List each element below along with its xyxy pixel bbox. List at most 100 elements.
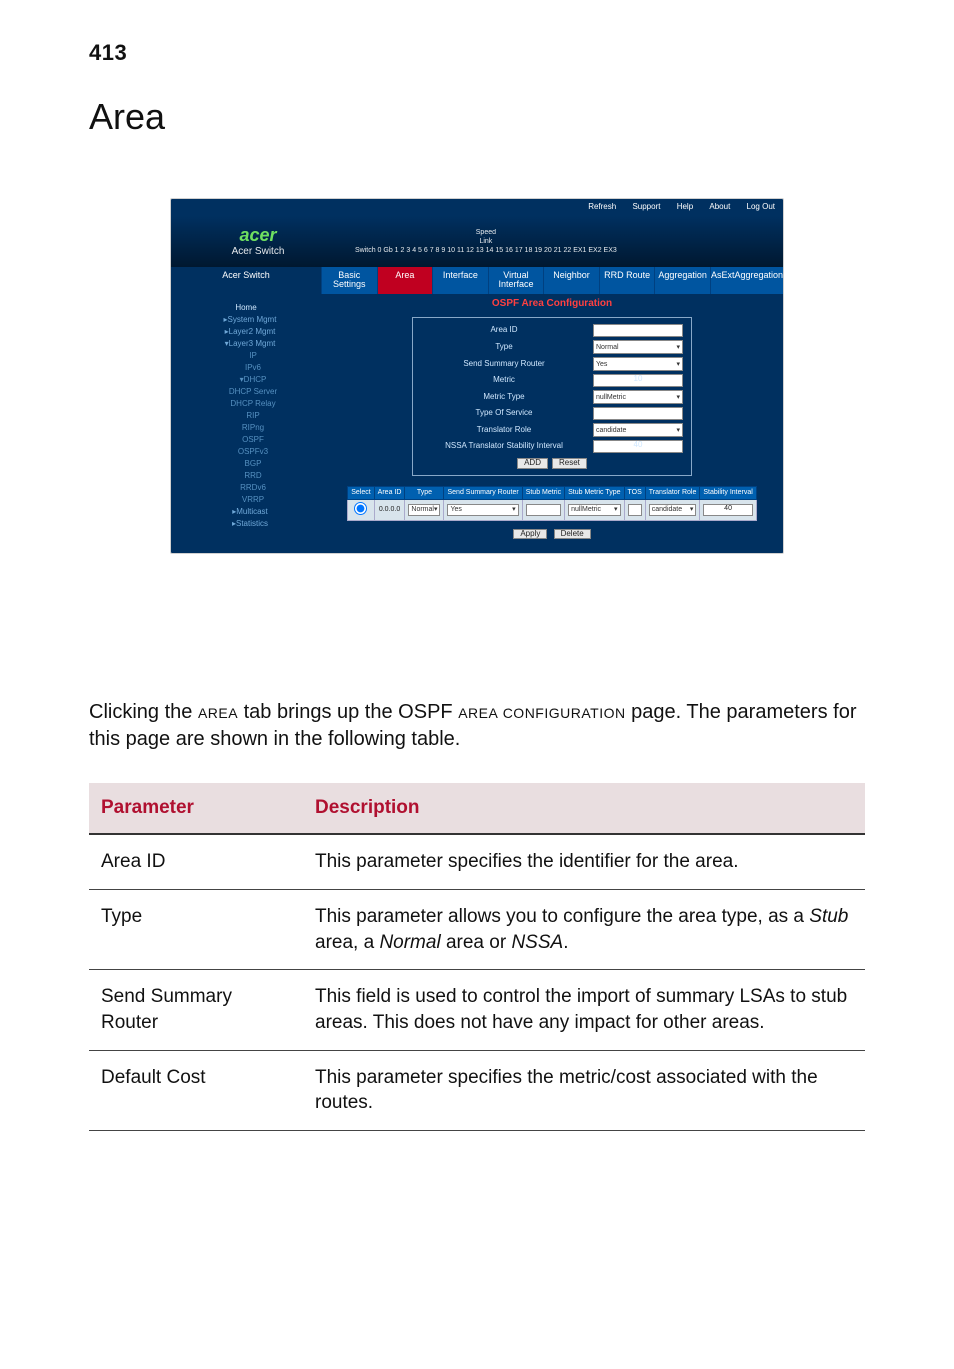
fig-link-support[interactable]: Support [632, 202, 660, 211]
param-desc: This parameter specifies the identifier … [303, 834, 865, 889]
fig-table-header: Select [348, 487, 374, 500]
fig-sidebar-item[interactable]: RRDv6 [179, 482, 313, 494]
body-paragraph: Clicking the Area tab brings up the OSPF… [89, 699, 865, 753]
fig-tab-neighbor[interactable]: Neighbor [543, 267, 599, 295]
fig-form-select[interactable]: candidate▾ [593, 423, 683, 437]
fig-table-header: Area ID [374, 487, 405, 500]
fig-form-select[interactable]: Normal▾ [593, 340, 683, 354]
param-name: Send Summary Router [89, 970, 303, 1050]
fig-row-ssr[interactable]: Yes▾ [444, 499, 522, 520]
fig-form-select[interactable]: Yes▾ [593, 357, 683, 371]
fig-form-label: Metric [421, 376, 587, 385]
fig-data-table: SelectArea IDTypeSend Summary RouterStub… [347, 486, 757, 520]
fig-sidebar-item[interactable]: BGP [179, 458, 313, 470]
fig-tab-interface[interactable]: Interface [432, 267, 488, 295]
fig-row-trole[interactable]: candidate▾ [645, 499, 700, 520]
fig-link-logout[interactable]: Log Out [747, 202, 775, 211]
fig-tab-aggregation[interactable]: Aggregation [654, 267, 710, 295]
fig-link-refresh[interactable]: Refresh [588, 202, 616, 211]
page-title: Area [89, 96, 865, 138]
fig-table-header: TOS [624, 487, 645, 500]
fig-table-header: Stub Metric [522, 487, 564, 500]
fig-sidebar-item[interactable]: ▸Multicast [179, 506, 313, 518]
fig-tab-rrd-route[interactable]: RRD Route [599, 267, 655, 295]
fig-form-label: Type [421, 343, 587, 352]
fig-form-label: Send Summary Router [421, 360, 587, 369]
fig-sidebar-item[interactable]: VRRP [179, 494, 313, 506]
fig-form-input[interactable] [593, 324, 683, 337]
fig-table-header: Type [405, 487, 444, 500]
table-row: Area IDThis parameter specifies the iden… [89, 834, 865, 889]
param-name: Default Cost [89, 1050, 303, 1130]
fig-row-sint[interactable]: 40 [700, 499, 756, 520]
fig-brand-logo: acer [183, 226, 333, 246]
fig-link-help[interactable]: Help [677, 202, 693, 211]
fig-brand-sub: Acer Switch [183, 246, 333, 257]
fig-sidebar-item[interactable]: ▸Statistics [179, 518, 313, 530]
param-name: Area ID [89, 834, 303, 889]
fig-tab-basic-settings[interactable]: Basic Settings [321, 267, 377, 295]
fig-delete-button[interactable]: Delete [554, 529, 591, 540]
fig-form-label: NSSA Translator Stability Interval [421, 442, 587, 451]
fig-form-input[interactable]: 40 [593, 440, 683, 453]
fig-row-select[interactable] [348, 499, 374, 520]
fig-tabs-side-label: Acer Switch [171, 267, 321, 295]
table-row: TypeThis parameter allows you to configu… [89, 889, 865, 969]
fig-form: Area ID Type Normal▾ Send Summary Router Yes… [412, 317, 692, 476]
fig-form-label: Metric Type [421, 393, 587, 402]
fig-apply-button[interactable]: Apply [513, 529, 547, 540]
fig-sidebar-item[interactable]: RIPng [179, 422, 313, 434]
table-row: Send Summary RouterThis field is used to… [89, 970, 865, 1050]
fig-sidebar-item[interactable]: ▸System Mgmt [179, 314, 313, 326]
fig-sidebar-item[interactable]: RIP [179, 410, 313, 422]
fig-topbar: Refresh Support Help About Log Out [171, 199, 783, 216]
fig-tabs: Acer Switch Basic Settings Area Interfac… [171, 267, 783, 295]
fig-table-header: Stability Interval [700, 487, 756, 500]
fig-row-mtype[interactable]: nullMetric▾ [565, 499, 624, 520]
fig-led-row-label-link: Link [355, 237, 617, 246]
table-row: Default CostThis parameter specifies the… [89, 1050, 865, 1130]
param-desc: This parameter allows you to configure t… [303, 889, 865, 969]
fig-sidebar-item[interactable]: ▾DHCP [179, 374, 313, 386]
fig-sidebar-item[interactable]: ▾Layer3 Mgmt [179, 338, 313, 350]
fig-sidebar-item[interactable]: OSPFv3 [179, 446, 313, 458]
fig-table-header: Send Summary Router [444, 487, 522, 500]
fig-sidebar-item[interactable]: DHCP Server [179, 386, 313, 398]
fig-row-metric[interactable] [522, 499, 564, 520]
fig-add-button[interactable]: ADD [517, 458, 548, 469]
fig-port-numbers: Switch 0 Gb 1 2 3 4 5 6 7 8 9 10 11 12 1… [355, 246, 617, 255]
fig-form-label: Area ID [421, 326, 587, 335]
fig-form-select[interactable]: nullMetric▾ [593, 390, 683, 404]
param-desc: This field is used to control the import… [303, 970, 865, 1050]
col-parameter: Parameter [89, 783, 303, 834]
fig-tab-asext-aggregation[interactable]: AsExtAggregation [710, 267, 783, 295]
fig-tab-virtual-interface[interactable]: Virtual Interface [488, 267, 544, 295]
fig-sidebar-item[interactable]: ▸Layer2 Mgmt [179, 326, 313, 338]
col-description: Description [303, 783, 865, 834]
fig-sidebar: Home▸System Mgmt▸Layer2 Mgmt▾Layer3 Mgmt… [171, 294, 321, 553]
fig-link-about[interactable]: About [709, 202, 730, 211]
page-number: 413 [89, 40, 865, 66]
param-name: Type [89, 889, 303, 969]
fig-tab-area[interactable]: Area [377, 267, 433, 295]
fig-form-input[interactable]: 10 [593, 374, 683, 387]
fig-table-header: Translator Role [645, 487, 700, 500]
fig-row-areaid: 0.0.0.0 [374, 499, 405, 520]
figure-screenshot: Refresh Support Help About Log Out acer … [89, 198, 865, 559]
fig-led-row-label-speed: Speed [355, 228, 617, 237]
fig-row-type[interactable]: Normal▾ [405, 499, 444, 520]
param-desc: This parameter specifies the metric/cost… [303, 1050, 865, 1130]
fig-row-tos[interactable] [624, 499, 645, 520]
fig-sidebar-item[interactable]: RRD [179, 470, 313, 482]
fig-table-header: Stub Metric Type [565, 487, 624, 500]
fig-form-label: Type Of Service [421, 409, 587, 418]
fig-sidebar-item[interactable]: OSPF [179, 434, 313, 446]
fig-main-title: OSPF Area Configuration [321, 294, 783, 313]
fig-form-input[interactable] [593, 407, 683, 420]
fig-form-label: Translator Role [421, 426, 587, 435]
fig-sidebar-item[interactable]: IP [179, 350, 313, 362]
fig-reset-button[interactable]: Reset [552, 458, 587, 469]
fig-sidebar-item[interactable]: IPv6 [179, 362, 313, 374]
fig-sidebar-item[interactable]: DHCP Relay [179, 398, 313, 410]
fig-sidebar-item[interactable]: Home [179, 302, 313, 314]
